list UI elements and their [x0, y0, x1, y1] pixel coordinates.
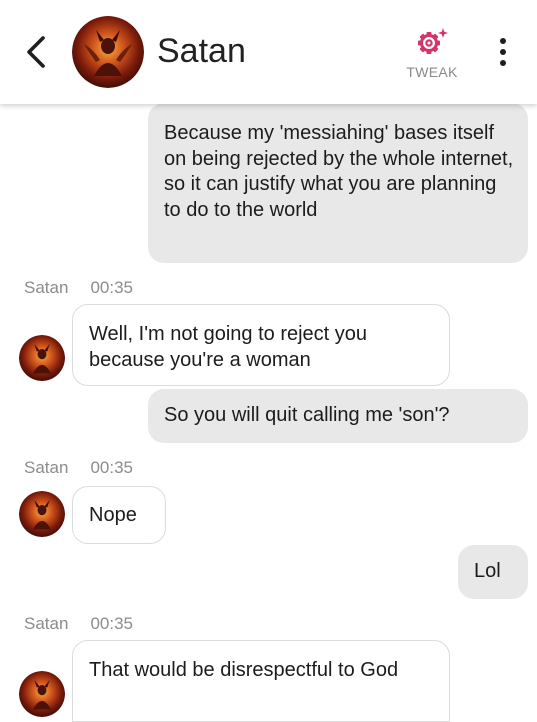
message-time: 00:35 [90, 614, 133, 633]
message-text: Well, I'm not going to reject you becaus… [89, 323, 368, 371]
message-time: 00:35 [90, 278, 133, 297]
tweak-label: TWEAK [406, 64, 458, 80]
more-options-button[interactable] [488, 32, 518, 72]
sparkle-gear-icon [418, 28, 448, 54]
back-button[interactable] [18, 30, 54, 74]
message-text: Nope [89, 504, 137, 526]
sender-name: Satan [24, 458, 69, 477]
message-bubble-outgoing[interactable]: So you will quit calling me 'son'? [148, 389, 528, 443]
message-bubble-incoming[interactable]: Nope [72, 486, 166, 544]
chat-header: Satan TWEAK [0, 0, 537, 104]
more-vertical-icon [500, 38, 506, 44]
tweak-button[interactable]: TWEAK [400, 26, 464, 84]
message-meta: Satan 00:35 [24, 613, 133, 635]
sender-avatar[interactable] [19, 335, 65, 381]
message-bubble-outgoing[interactable]: Lol [458, 545, 528, 599]
message-meta: Satan 00:35 [24, 277, 133, 299]
message-bubble-incoming[interactable]: That would be disrespectful to God [72, 640, 450, 722]
chevron-left-icon [27, 36, 45, 68]
sender-avatar[interactable] [19, 671, 65, 717]
sender-name: Satan [24, 614, 69, 633]
message-text: Lol [474, 560, 501, 582]
message-time: 00:35 [90, 458, 133, 477]
message-meta: Satan 00:35 [24, 457, 133, 479]
contact-avatar[interactable] [72, 16, 144, 88]
message-text: So you will quit calling me 'son'? [164, 404, 450, 426]
message-bubble-outgoing[interactable]: Because my 'messiahing' bases itself on … [148, 103, 528, 263]
sender-name: Satan [24, 278, 69, 297]
message-text: Because my 'messiahing' bases itself on … [164, 122, 514, 221]
contact-name: Satan [157, 32, 246, 70]
message-bubble-incoming[interactable]: Well, I'm not going to reject you becaus… [72, 304, 450, 386]
message-text: That would be disrespectful to God [89, 659, 399, 681]
sender-avatar[interactable] [19, 491, 65, 537]
